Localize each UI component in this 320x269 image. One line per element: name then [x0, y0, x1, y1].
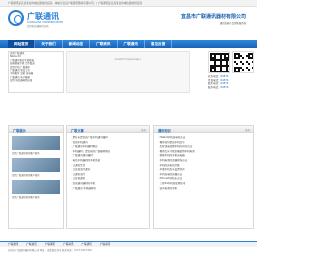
panel-title: 通讯知识	[158, 128, 171, 133]
footer-link[interactable]: 广联通讯	[45, 242, 55, 247]
more-link[interactable]: 更多	[245, 128, 250, 132]
nav-item-products[interactable]: 广联通讯	[118, 40, 145, 48]
panel-title: 广联文章	[71, 128, 84, 133]
footer-links: 广联通讯 广联资讯 广联通讯 广联资讯 广联通讯 广联资讯	[0, 241, 257, 247]
copyright-text: 宜昌市广联通讯器材有限公司 地址：湖北省宜昌市 联系电话：0717-645745…	[8, 249, 92, 252]
plugin-error-text: Couldn't load plugin.	[114, 58, 142, 61]
list-item[interactable]: 没有电池的手机	[158, 187, 253, 192]
site-logo[interactable]: 广联通讯 GUANGLIAN COMMUNICATION 宜昌电信器材供应商	[8, 8, 68, 30]
nav-item-news[interactable]: 新闻动态	[63, 40, 91, 48]
news-list: 宜昌广联通讯 Nokia XX 广联通讯供应手机终端 高端智能手机 合作渠道 宜…	[8, 51, 64, 93]
panel-header: 广联文章 更多	[67, 126, 149, 133]
main-nav: 网站首页 关于我们 新闻动态 广联资讯 广联通讯 意见反馈	[0, 40, 257, 48]
footer-link[interactable]: 广联通讯	[8, 242, 18, 247]
footer-link[interactable]: 广联通讯	[82, 242, 92, 247]
more-link[interactable]: 更多	[141, 128, 146, 132]
nav-item-feedback[interactable]: 意见反馈	[145, 40, 173, 48]
footer-link[interactable]: 广联资讯	[100, 242, 110, 247]
qr-code-image	[232, 51, 254, 73]
qr-code-image	[208, 51, 230, 73]
panel-header: 通讯知识 更多	[154, 126, 253, 133]
knowledge-list: iTablet手机充电的方法教你如何提高手机信号怎样快速清理手机内存的方法教你怎…	[154, 133, 253, 191]
banner-plugin: Couldn't load plugin.	[66, 51, 190, 93]
company-subtitle: 通信终端产品销售服务商	[219, 22, 246, 25]
photo-caption[interactable]: 宜昌广联通讯商用客户服务	[12, 151, 60, 155]
nav-item-about[interactable]: 关于我们	[35, 40, 63, 48]
company-name: 宜昌市广联通讯器材有限公司	[180, 14, 246, 20]
footer-link[interactable]: 广联资讯	[63, 242, 73, 247]
logo-subtitle: 宜昌电信器材供应商	[27, 25, 49, 28]
logo-icon	[8, 10, 24, 26]
panel-title: 广联展示	[13, 128, 26, 133]
news-item[interactable]: 宜昌 电信器材供应商	[9, 79, 63, 82]
footer-link[interactable]: 广联资讯	[26, 242, 36, 247]
contact-line: 联系电话：64574	[208, 85, 229, 89]
top-bar: 广联通讯是宜昌专业的电信器材供应商，本站为宜昌广联通讯器材有限公司。| 广联通讯…	[0, 0, 257, 7]
list-item[interactable]: 广联通讯 手机器材的	[71, 187, 149, 192]
photo-caption[interactable]: 宜昌广联通讯商用客户服务	[12, 195, 60, 199]
showcase-photo[interactable]	[12, 136, 60, 150]
top-bar-text: 广联通讯是宜昌专业的电信器材供应商，本站为宜昌广联通讯器材有限公司。| 广联通讯…	[8, 2, 142, 5]
nav-item-info[interactable]: 广联资讯	[90, 40, 118, 48]
articles-panel: 广联文章 更多 是什么是宜昌广联手机通讯器材宜昌手机通讯广联通讯手机器材供应手机…	[66, 125, 150, 229]
nav-item-home[interactable]: 网站首页	[8, 40, 36, 48]
photo-caption[interactable]: 宜昌广联通讯商用客户服务	[12, 173, 60, 177]
knowledge-panel: 通讯知识 更多 iTablet手机充电的方法教你如何提高手机信号怎样快速清理手机…	[153, 125, 254, 229]
contact-info: 业务电话：64574 传真电话：64574 联系电话：64574 联系电话：64…	[208, 75, 254, 89]
article-list: 是什么是宜昌广联手机通讯器材宜昌手机通讯广联通讯手机器材供应手机器材，是宜昌的广…	[67, 133, 149, 191]
showcase-photo[interactable]	[12, 158, 60, 172]
showcase-photo[interactable]	[12, 180, 60, 194]
showcase-panel: 广联展示 宜昌广联通讯商用客户服务 宜昌广联通讯商用客户服务 宜昌广联通讯商用客…	[8, 125, 64, 229]
panel-header: 广联展示	[9, 126, 63, 133]
